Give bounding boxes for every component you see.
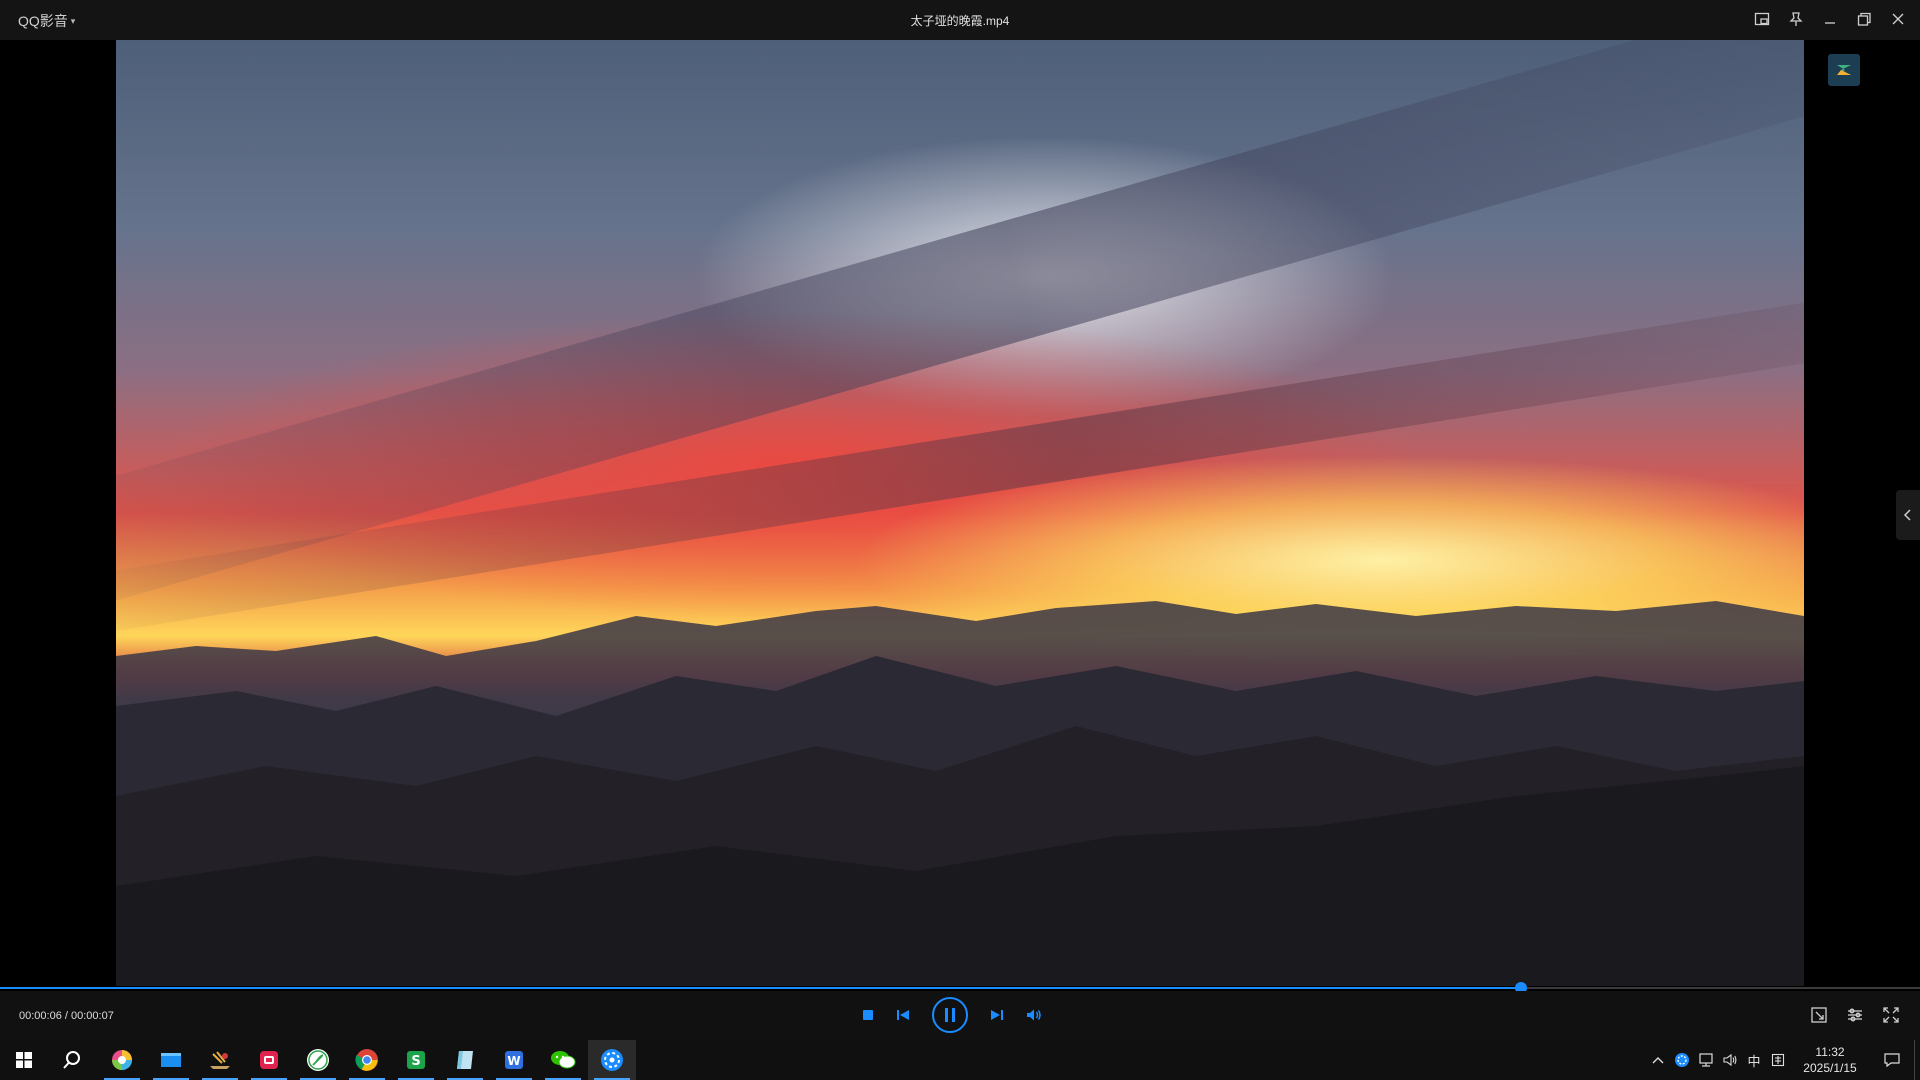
- color-ball-app-icon[interactable]: [98, 1040, 146, 1080]
- music-app-icon[interactable]: [196, 1040, 244, 1080]
- window-title: 太子垭的晚霞.mp4: [910, 14, 1010, 28]
- pause-icon: [945, 1008, 955, 1022]
- miniplayer-icon[interactable]: [1752, 8, 1772, 30]
- playback-controls: [862, 997, 1042, 1033]
- title-bar: QQ影音 ▾ 太子垭的晚霞.mp4: [0, 0, 1920, 40]
- close-icon[interactable]: [1888, 8, 1908, 30]
- fullscreen-button[interactable]: [1882, 1006, 1900, 1024]
- show-desktop-button[interactable]: [1914, 1040, 1920, 1080]
- system-clock[interactable]: 11:32 2025/1/15: [1790, 1044, 1870, 1076]
- fullscreen-icon: [1883, 1007, 1899, 1023]
- svg-text:W: W: [507, 1054, 520, 1068]
- clock-time: 11:32: [1815, 1045, 1845, 1059]
- notes-app-icon[interactable]: [441, 1040, 489, 1080]
- search-icon[interactable]: [48, 1040, 96, 1080]
- volume-icon: [1027, 1009, 1041, 1021]
- settings-sliders-icon: [1848, 1008, 1862, 1022]
- mountain-silhouette: [116, 601, 1804, 986]
- network-icon[interactable]: [1694, 1040, 1718, 1080]
- svg-text:S: S: [411, 1054, 420, 1069]
- system-tray: 中 11:32 2025/1/15: [1646, 1040, 1920, 1080]
- stop-icon: [863, 1010, 873, 1020]
- chrome-icon[interactable]: [343, 1040, 391, 1080]
- playlist-toggle[interactable]: [1896, 490, 1920, 540]
- taskbar: S W 中 11:32 2025/1/15: [0, 1040, 1920, 1080]
- wps-writer-icon[interactable]: W: [490, 1040, 538, 1080]
- control-bar: 00:00:06 / 00:00:07: [0, 991, 1920, 1040]
- qq-player-icon[interactable]: [588, 1040, 636, 1080]
- minimize-icon[interactable]: [1820, 8, 1840, 30]
- speaker-icon[interactable]: [1718, 1040, 1742, 1080]
- pause-button[interactable]: [932, 997, 968, 1033]
- red-app-icon[interactable]: [245, 1040, 293, 1080]
- volume-button[interactable]: [1026, 1008, 1042, 1022]
- restore-icon[interactable]: [1854, 8, 1874, 30]
- mail-app-icon[interactable]: [147, 1040, 195, 1080]
- clock-date: 2025/1/15: [1803, 1061, 1857, 1075]
- start-icon[interactable]: [0, 1040, 48, 1080]
- ime-mode-icon[interactable]: [1766, 1040, 1790, 1080]
- next-button[interactable]: [990, 1008, 1004, 1022]
- chevron-up-icon[interactable]: [1646, 1040, 1670, 1080]
- pin-icon[interactable]: [1786, 8, 1806, 30]
- chevron-left-icon: [1903, 509, 1911, 521]
- skip-previous-icon: [897, 1010, 909, 1020]
- view-controls: [1810, 1006, 1900, 1024]
- screenshot-icon: [1811, 1007, 1827, 1023]
- screenshot-button[interactable]: [1810, 1006, 1828, 1024]
- stop-button[interactable]: [862, 1009, 874, 1021]
- qq-player-window: QQ影音 ▾ 太子垭的晚霞.mp4 00:00:06 / 00:00:07: [0, 0, 1920, 1040]
- ime-indicator[interactable]: 中: [1742, 1040, 1766, 1080]
- video-frame[interactable]: [116, 40, 1804, 986]
- skip-next-icon: [991, 1010, 1003, 1020]
- player-logo-icon[interactable]: [1828, 54, 1860, 86]
- time-display: 00:00:06 / 00:00:07: [19, 1010, 114, 1022]
- qq-player-tray-icon[interactable]: [1670, 1040, 1694, 1080]
- notification-icon[interactable]: [1870, 1040, 1914, 1080]
- previous-button[interactable]: [896, 1008, 910, 1022]
- wechat-icon[interactable]: [539, 1040, 587, 1080]
- seek-fill: [0, 987, 1521, 989]
- settings-button[interactable]: [1846, 1006, 1864, 1024]
- feather-app-icon[interactable]: [294, 1040, 342, 1080]
- wps-sheet-icon[interactable]: S: [392, 1040, 440, 1080]
- window-controls: [1752, 8, 1908, 30]
